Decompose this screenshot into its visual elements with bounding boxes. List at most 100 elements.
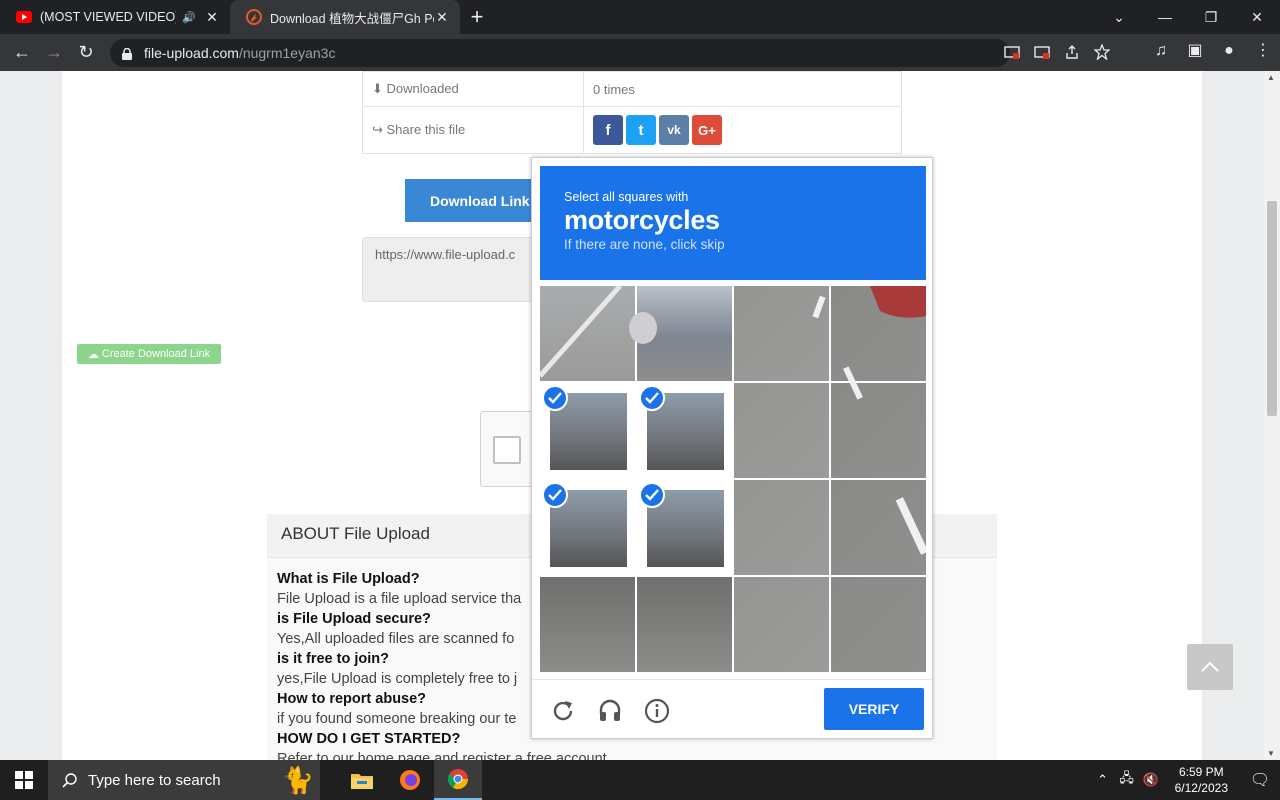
- tab-search-icon[interactable]: ⌄: [1096, 0, 1142, 34]
- search-placeholder: Type here to search: [88, 771, 221, 789]
- cloud-icon: ☁: [87, 348, 99, 361]
- table-row: ↪ Share this file f t vk G+: [362, 106, 902, 154]
- address-bar-actions: [1004, 43, 1111, 61]
- blocked-redirect-icon[interactable]: [1034, 44, 1050, 60]
- captcha-tile[interactable]: [540, 286, 635, 381]
- reload-icon[interactable]: ↻: [70, 42, 102, 63]
- network-icon[interactable]: 🖧: [1115, 769, 1139, 791]
- blocked-popup-icon[interactable]: [1004, 44, 1020, 60]
- facebook-share-button[interactable]: f: [593, 115, 623, 145]
- vk-share-button[interactable]: vk: [659, 115, 689, 145]
- challenge-header: Select all squares with motorcycles If t…: [540, 166, 926, 280]
- twitter-share-button[interactable]: t: [626, 115, 656, 145]
- captcha-tile[interactable]: [831, 383, 926, 478]
- start-button[interactable]: [0, 760, 48, 800]
- reload-challenge-icon[interactable]: [550, 698, 576, 724]
- captcha-tile[interactable]: [734, 577, 829, 672]
- volume-muted-icon[interactable]: 🔇: [1139, 772, 1163, 788]
- google-plus-share-button[interactable]: G+: [692, 115, 722, 145]
- audio-challenge-icon[interactable]: [597, 698, 623, 724]
- page-scrollbar[interactable]: ▲ ▼: [1264, 71, 1280, 760]
- challenge-image-grid: [540, 286, 926, 672]
- share-buttons-cell: f t vk G+: [583, 106, 902, 154]
- address-bar[interactable]: file-upload.com /nugrm1eyan3c: [110, 38, 1010, 67]
- captcha-tile[interactable]: [831, 480, 926, 575]
- firefox-icon[interactable]: [386, 760, 434, 800]
- create-download-link-label: Create Download Link: [101, 348, 211, 360]
- captcha-tile[interactable]: [540, 383, 635, 478]
- share-label-cell: ↪ Share this file: [362, 106, 584, 154]
- downloaded-label: Downloaded: [386, 81, 459, 96]
- recaptcha-checkbox[interactable]: [493, 436, 521, 464]
- checkmark-icon: [542, 385, 568, 411]
- scroll-up-icon[interactable]: ▲: [1267, 73, 1275, 82]
- system-tray: ⌃ 🖧 🔇 6:59 PM 6/12/2023 🗨: [1091, 760, 1280, 800]
- close-tab-icon[interactable]: ✕: [434, 9, 450, 26]
- back-icon[interactable]: ←: [6, 42, 38, 63]
- captcha-tile[interactable]: [637, 577, 732, 672]
- browser-toolbar: ← → ↻ file-upload.com /nugrm1eyan3c ♫ ▣ …: [0, 34, 1280, 71]
- forward-icon[interactable]: →: [38, 42, 70, 63]
- captcha-tile[interactable]: [831, 577, 926, 672]
- captcha-tile[interactable]: [540, 577, 635, 672]
- scroll-down-icon[interactable]: ▼: [1267, 749, 1275, 758]
- share-label: Share this file: [386, 122, 466, 137]
- scrollbar-thumb[interactable]: [1267, 201, 1277, 416]
- minimize-button[interactable]: —: [1142, 0, 1188, 34]
- bookmark-star-icon[interactable]: [1093, 43, 1111, 61]
- captcha-tile[interactable]: [831, 286, 926, 381]
- close-window-button[interactable]: ✕: [1234, 0, 1280, 34]
- media-control-icon[interactable]: ♫: [1152, 40, 1170, 62]
- tab-youtube[interactable]: (MOST VIEWED VIDEO) Barn 🔊 ✕: [0, 0, 230, 34]
- notification-center-icon[interactable]: 🗨: [1240, 770, 1280, 790]
- info-icon[interactable]: [644, 698, 670, 724]
- profile-icon[interactable]: ●: [1220, 40, 1238, 62]
- captcha-tile[interactable]: [734, 480, 829, 575]
- windows-logo-icon: [15, 771, 33, 789]
- chrome-icon[interactable]: [434, 760, 482, 800]
- menu-icon[interactable]: ⋮: [1254, 40, 1272, 62]
- taskbar-search[interactable]: Type here to search 🐈: [48, 760, 320, 800]
- lock-icon[interactable]: [122, 47, 132, 60]
- captcha-tile[interactable]: [734, 383, 829, 478]
- toolbar-right: ♫ ▣ ● ⋮: [1152, 40, 1272, 62]
- file-explorer-icon[interactable]: [338, 760, 386, 800]
- windows-taskbar: Type here to search 🐈 ⌃ 🖧 🔇 6:59 PM 6/12…: [0, 760, 1280, 800]
- new-tab-button[interactable]: +: [460, 0, 494, 34]
- restore-button[interactable]: ❐: [1188, 0, 1234, 34]
- file-info-table: ⬇ Downloaded 0 times ↪ Share this file f…: [362, 71, 902, 154]
- challenge-hint: If there are none, click skip: [564, 237, 725, 252]
- captcha-tile[interactable]: [637, 383, 732, 478]
- share-icon[interactable]: [1064, 44, 1080, 60]
- clock-time: 6:59 PM: [1178, 765, 1224, 779]
- clock[interactable]: 6:59 PM 6/12/2023: [1175, 764, 1228, 796]
- captcha-tile[interactable]: [734, 286, 829, 381]
- youtube-icon: [16, 9, 32, 25]
- captcha-tile[interactable]: [540, 480, 635, 575]
- show-hidden-icons-icon[interactable]: ⌃: [1091, 772, 1115, 788]
- challenge-footer: VERIFY: [532, 679, 932, 739]
- speaker-icon[interactable]: 🔊: [182, 11, 196, 24]
- clock-date: 6/12/2023: [1174, 781, 1228, 795]
- recaptcha-challenge: Select all squares with motorcycles If t…: [531, 157, 933, 739]
- search-icon: [62, 773, 77, 788]
- verify-button[interactable]: VERIFY: [824, 688, 924, 730]
- close-tab-icon[interactable]: ✕: [204, 9, 220, 26]
- download-link-button[interactable]: Download Link: [405, 179, 551, 222]
- side-panel-icon[interactable]: ▣: [1186, 40, 1204, 62]
- checkmark-icon: [639, 482, 665, 508]
- downloaded-value: 0 times: [583, 71, 902, 107]
- tab-title: Download 植物大战僵尸Gh Perfe: [270, 11, 434, 26]
- captcha-tile[interactable]: [637, 286, 732, 381]
- create-download-link-button[interactable]: ☁ Create Download Link: [77, 344, 221, 364]
- tab-file-upload[interactable]: Download 植物大战僵尸Gh Perfe ✕: [230, 0, 460, 34]
- search-highlight-cat-icon: 🐈: [281, 764, 314, 795]
- faq-answer: Refer to our home page and register a fr…: [277, 751, 607, 760]
- table-row: ⬇ Downloaded 0 times: [362, 71, 902, 107]
- file-upload-favicon-icon: [246, 9, 262, 25]
- tab-title: (MOST VIEWED VIDEO) Barn: [40, 10, 177, 24]
- browser-tab-bar: (MOST VIEWED VIDEO) Barn 🔊 ✕ Download 植物…: [0, 0, 1280, 34]
- captcha-tile[interactable]: [637, 480, 732, 575]
- back-to-top-button[interactable]: [1187, 644, 1233, 690]
- challenge-target: motorcycles: [564, 205, 720, 235]
